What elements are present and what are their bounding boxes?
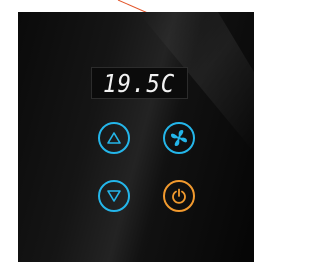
triangle-up-icon [107, 132, 121, 144]
power-icon [172, 188, 186, 204]
temperature-display: 19.5C [91, 67, 188, 99]
temperature-down-button[interactable] [98, 180, 130, 212]
thermostat-scene: 19.5C [0, 0, 278, 262]
glass-reflection [138, 12, 254, 152]
temperature-readout: 19.5C [103, 68, 176, 98]
fan-button[interactable] [163, 122, 195, 154]
temperature-up-button[interactable] [98, 122, 130, 154]
triangle-down-icon [107, 190, 121, 202]
fan-icon [171, 130, 187, 146]
power-button[interactable] [163, 180, 195, 212]
thermostat-panel: 19.5C [18, 12, 254, 262]
